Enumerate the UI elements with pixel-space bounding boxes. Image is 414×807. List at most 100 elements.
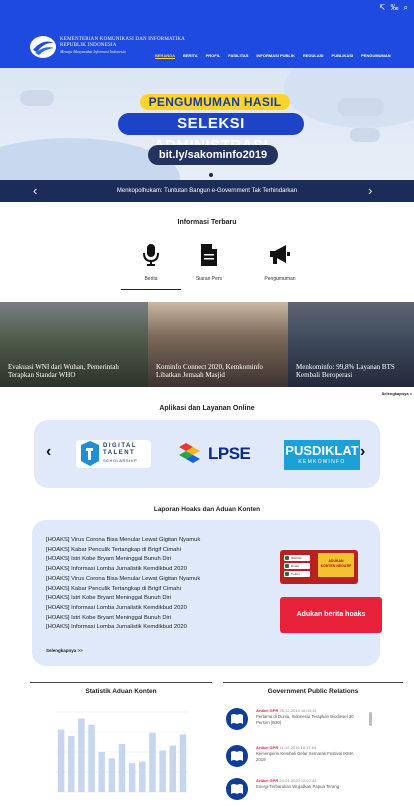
nav-publikasi[interactable]: PUBLIKASI xyxy=(332,53,354,59)
book-icon xyxy=(226,745,248,767)
hero-headline-1: PENGUMUMAN HASIL xyxy=(140,94,290,110)
tab-label: Berita xyxy=(144,276,158,282)
main-nav: BERANDA BERITA PROFIL FASILITAS INFORMAS… xyxy=(155,53,391,59)
hoaks-list: [HOAKS] Virus Corona Bisa Menular Lewat … xyxy=(46,536,200,633)
stat-bar[interactable] xyxy=(159,750,166,792)
hoaks-panel: [HOAKS] Virus Corona Bisa Menular Lewat … xyxy=(32,520,382,666)
hero-link[interactable]: bit.ly/sakominfo2019 xyxy=(148,145,278,165)
stat-bar[interactable] xyxy=(98,752,105,792)
news-ticker: ‹ Menkopolhukam: Tuntutan Bangun e-Gover… xyxy=(0,180,414,202)
dt-line-2: TALENT xyxy=(103,450,136,456)
pusdiklat-subtext: KEMKOMINFO xyxy=(298,459,346,465)
hoaks-item[interactable]: [HOAKS] Istri Kobe Bryant Meninggal Bunu… xyxy=(46,614,200,624)
stat-bar[interactable] xyxy=(108,758,116,792)
stat-section-title: Statistik Aduan Konten xyxy=(85,688,157,695)
language-icon[interactable]: ‰ xyxy=(391,3,399,13)
stat-bar[interactable] xyxy=(57,729,65,792)
pusdiklat-logo[interactable]: PUSDIKLAT KEMKOMINFO xyxy=(284,440,360,470)
lpse-icon xyxy=(179,443,200,463)
lpse-logo[interactable]: LPSE xyxy=(178,442,256,466)
hero-banner[interactable]: PENGUMUMAN HASIL SELEKSI ADMINISTRASI bi… xyxy=(0,68,414,180)
divider xyxy=(223,682,403,683)
gpr-title: Kemenperin Kembali Gelar Semarak Festiva… xyxy=(256,751,354,762)
apps-prev-button[interactable]: ‹ xyxy=(46,442,51,462)
hoaks-item[interactable]: [HOAKS] Kabar Penculik Tertangkap di Bri… xyxy=(46,585,200,595)
nav-beranda[interactable]: BERANDA xyxy=(155,53,175,59)
microphone-icon xyxy=(143,244,159,266)
kominfo-logo[interactable] xyxy=(30,36,56,58)
aduan-label-1: ADUKAN xyxy=(328,559,344,563)
lpse-text: LPSE xyxy=(208,444,251,463)
gpr-item[interactable]: Artikel GPR 24-01-2020 12:07:43 Energi T… xyxy=(226,778,386,800)
stat-bar[interactable] xyxy=(78,718,85,792)
hoaks-item[interactable]: [HOAKS] Kabar Penculik Tertangkap di Bri… xyxy=(46,546,200,556)
gpr-tag: Artikel GPR xyxy=(256,778,279,783)
gpr-item[interactable]: Artikel GPR 25-12-2019 16:04:12 Pertama … xyxy=(226,708,386,730)
nav-informasi-publik[interactable]: INFORMASI PUBLIK xyxy=(256,53,294,59)
website-icon xyxy=(285,556,289,560)
aduan-row-email: Email xyxy=(284,563,310,569)
tab-siaran-pers[interactable]: Siaran Pers xyxy=(179,244,239,282)
apps-next-button[interactable]: › xyxy=(360,442,365,462)
search-icon[interactable]: ⌕ xyxy=(404,3,408,13)
aduan-label-2: KONTEN NEGATIF xyxy=(320,564,352,568)
nav-berita[interactable]: BERITA xyxy=(183,53,198,59)
cloud-decoration xyxy=(350,128,380,142)
hoaks-item[interactable]: [HOAKS] Informasi Lomba Jurnalistik Kemd… xyxy=(46,565,200,575)
hoaks-item[interactable]: [HOAKS] Virus Corona Bisa Menular Lewat … xyxy=(46,536,200,546)
hoaks-item[interactable]: [HOAKS] Istri Kobe Bryant Meninggal Bunu… xyxy=(46,594,200,604)
divider xyxy=(30,682,212,683)
hoaks-item[interactable]: [HOAKS] Informasi Lomba Jurnalistik Kemd… xyxy=(46,623,200,633)
aduan-row-label: Email xyxy=(291,564,299,568)
stat-bar[interactable] xyxy=(118,744,126,792)
stat-bar-chart xyxy=(56,711,188,793)
info-section-title: Informasi Terbaru xyxy=(177,219,237,226)
news-card[interactable]: Menkominfo: 99,8% Layanan BTS Kembali Be… xyxy=(288,302,414,387)
hoaks-item[interactable]: [HOAKS] Informasi Lomba Jurnalistik Kemd… xyxy=(46,604,200,614)
ticker-next-button[interactable]: › xyxy=(368,183,372,199)
news-more-link[interactable]: Selengkapnya > xyxy=(382,391,412,396)
aduan-laptop: ADUKAN KONTEN NEGATIF xyxy=(318,553,354,577)
carousel-indicator[interactable] xyxy=(209,173,213,177)
stat-bar[interactable] xyxy=(67,736,75,792)
news-card[interactable]: Evakuasi WNI dari Wuhan, Pemerintah Tera… xyxy=(0,302,148,387)
utility-tools: ↸ ‰ ⌕ xyxy=(379,3,408,13)
stat-bar[interactable] xyxy=(88,724,95,792)
stat-bar[interactable] xyxy=(179,734,187,792)
gpr-date: 25-12-2019 16:04:12 xyxy=(279,708,317,713)
news-card[interactable]: Kominfo Connect 2020, Kemkominfo Libatka… xyxy=(148,302,288,387)
nav-pengumuman[interactable]: PENGUMUMAN xyxy=(361,53,391,59)
ticker-text[interactable]: Menkopolhukam: Tuntutan Bangun e-Governm… xyxy=(0,186,414,196)
stat-bar[interactable] xyxy=(169,745,177,792)
stat-bar[interactable] xyxy=(139,761,146,792)
apps-section-title: Aplikasi dan Layanan Online xyxy=(159,405,255,412)
document-icon xyxy=(201,244,217,266)
nav-regulasi[interactable]: REGULASI xyxy=(303,53,324,59)
twitter-icon xyxy=(285,572,289,576)
news-caption: Kominfo Connect 2020, Kemkominfo Libatka… xyxy=(156,363,263,379)
apps-carousel: ‹ DIGITAL TALENT SCHOLARSHIP LPSE PUSDIK… xyxy=(34,420,380,488)
gpr-tag: Artikel GPR xyxy=(256,745,279,750)
aduan-row-label: Twitter xyxy=(291,572,300,576)
pusdiklat-text: PUSDIKLAT xyxy=(285,443,359,458)
gpr-title: Pertama di Dunia, Indonesia Terapkan Bio… xyxy=(256,714,354,725)
stat-bar[interactable] xyxy=(128,763,136,792)
nav-profil[interactable]: PROFIL xyxy=(206,53,221,59)
tab-pengumuman[interactable]: Pengumuman xyxy=(250,244,310,282)
adukan-hoaks-button[interactable]: Adukan berita hoaks xyxy=(280,597,382,633)
site-header: KEMENTERIAN KOMUNIKASI DAN INFORMATIKA R… xyxy=(0,18,414,68)
accessibility-icon[interactable]: ↸ xyxy=(379,3,386,13)
digital-talent-logo[interactable]: DIGITAL TALENT SCHOLARSHIP xyxy=(76,440,151,468)
cloud-decoration xyxy=(338,98,384,116)
hoaks-item[interactable]: [HOAKS] Virus Corona Bisa Menular Lewat … xyxy=(46,575,200,585)
stat-bar[interactable] xyxy=(149,732,156,792)
aduan-konten-banner[interactable]: Website Email Twitter ADUKAN KONTEN NEGA… xyxy=(280,550,358,584)
hoaks-item[interactable]: [HOAKS] Istri Kobe Bryant Meninggal Bunu… xyxy=(46,555,200,565)
gpr-item[interactable]: Artikel GPR 11-12-2019 16:37:54 Kemenper… xyxy=(226,745,386,767)
nav-fasilitas[interactable]: FASILITAS xyxy=(228,53,248,59)
tab-label: Siaran Pers xyxy=(195,276,223,282)
gpr-date: 24-01-2020 12:07:43 xyxy=(279,778,317,783)
hoaks-more-link[interactable]: Selengkapnya >> xyxy=(46,648,83,653)
tab-berita[interactable]: Berita xyxy=(121,244,181,282)
tab-label: Pengumuman xyxy=(264,276,296,282)
